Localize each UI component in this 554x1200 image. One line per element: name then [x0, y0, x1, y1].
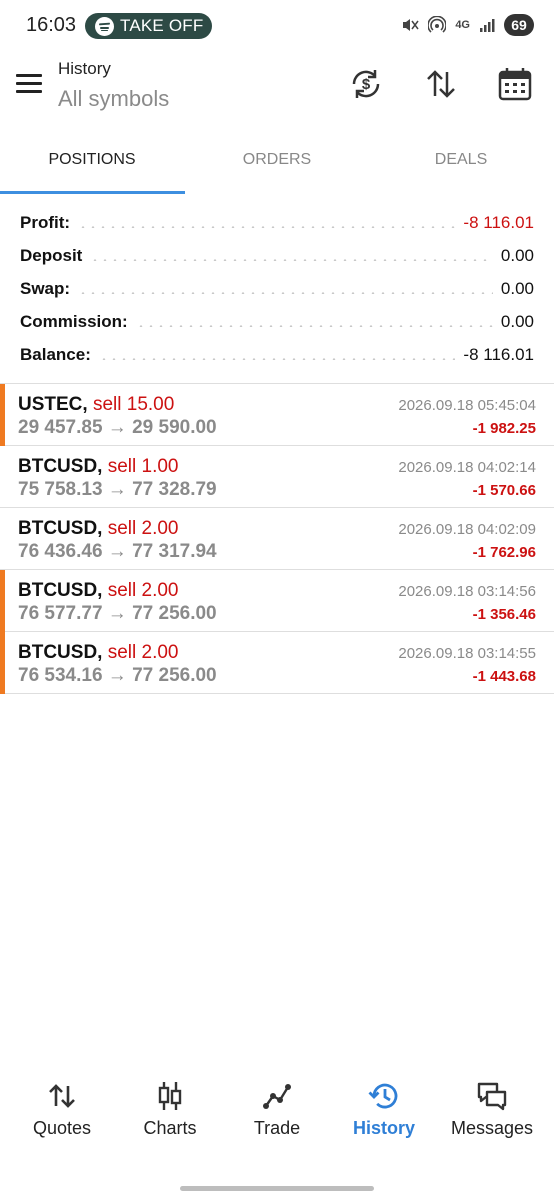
position-side: sell 2.00 [107, 518, 179, 539]
position-row[interactable]: BTCUSD, sell 2.00 76 436.46 → 77 317.94 … [0, 508, 554, 570]
position-prices: 76 577.77 → 77 256.00 [18, 603, 217, 624]
position-profit: -1 762.96 [472, 544, 536, 561]
nav-history[interactable]: History [344, 1074, 424, 1150]
nav-quotes[interactable]: Quotes [22, 1074, 102, 1150]
position-marker [0, 632, 5, 694]
media-pill-label: TAKE OFF [120, 16, 204, 35]
position-row[interactable]: BTCUSD, sell 2.00 76 534.16 → 77 256.00 … [0, 632, 554, 694]
position-symbol: BTCUSD, [18, 518, 103, 539]
nav-label: Quotes [32, 1118, 92, 1138]
mute-icon [403, 19, 419, 31]
svg-text:$: $ [362, 76, 371, 93]
position-side: sell 15.00 [92, 394, 175, 415]
position-side: sell 2.00 [107, 580, 179, 601]
nav-trade[interactable]: Trade [237, 1074, 317, 1150]
summary-value: -8 116.01 [463, 344, 534, 364]
position-datetime: 2026.09.18 03:14:56 [398, 583, 536, 600]
currency-refresh-icon[interactable]: $ [348, 66, 384, 102]
account-summary: Profit: -8 116.01 Deposit 0.00 Swap: 0.0… [20, 206, 534, 371]
nav-label: Charts [143, 1118, 197, 1138]
summary-row-balance: Balance: -8 116.01 [20, 338, 534, 371]
summary-row-deposit: Deposit 0.00 [20, 239, 534, 272]
position-symbol: BTCUSD, [18, 456, 103, 477]
positions-list: USTEC, sell 15.00 29 457.85 → 29 590.00 … [0, 384, 554, 694]
spotify-icon [95, 16, 114, 36]
trade-line-icon [263, 1084, 291, 1109]
position-datetime: 2026.09.18 04:02:14 [398, 459, 536, 476]
summary-label: Deposit [20, 245, 83, 265]
position-datetime: 2026.09.18 04:02:09 [398, 521, 536, 538]
nav-label: Trade [253, 1118, 301, 1138]
status-bar: 16:03 TAKE OFF 4G 69 [0, 0, 554, 52]
sort-icon[interactable] [423, 66, 459, 102]
position-profit: -1 982.25 [472, 420, 536, 437]
candlestick-icon [158, 1082, 182, 1110]
position-datetime: 2026.09.18 03:14:55 [398, 645, 536, 662]
summary-label: Balance: [20, 344, 91, 364]
summary-row-profit: Profit: -8 116.01 [20, 206, 534, 239]
position-symbol: USTEC, [18, 394, 88, 415]
summary-label: Swap: [20, 278, 71, 298]
summary-value: 0.00 [500, 278, 534, 298]
nav-messages[interactable]: Messages [447, 1074, 537, 1150]
position-marker [0, 570, 5, 632]
position-marker [0, 384, 5, 446]
position-symbol: BTCUSD, [18, 580, 103, 601]
hotspot-icon [428, 16, 447, 33]
bottom-navigation: Quotes Charts Trade History Messages [0, 1074, 554, 1154]
position-prices: 29 457.85 → 29 590.00 [18, 417, 217, 438]
summary-value: 0.00 [500, 311, 534, 331]
tab-deals[interactable]: DEALS [369, 138, 553, 182]
position-prices: 76 436.46 → 77 317.94 [18, 541, 217, 562]
position-profit: -1 443.68 [472, 668, 536, 685]
position-symbol: BTCUSD, [18, 642, 103, 663]
calendar-icon[interactable] [497, 66, 533, 102]
tab-orders[interactable]: ORDERS [185, 138, 369, 182]
battery-indicator: 69 [504, 14, 534, 36]
media-pill[interactable]: TAKE OFF [85, 13, 212, 39]
summary-row-swap: Swap: 0.00 [20, 272, 534, 305]
position-prices: 76 534.16 → 77 256.00 [18, 665, 217, 686]
messages-icon [477, 1082, 507, 1111]
summary-row-commission: Commission: 0.00 [20, 305, 534, 338]
active-tab-indicator [0, 191, 185, 194]
nav-label: History [352, 1118, 415, 1138]
position-row[interactable]: BTCUSD, sell 2.00 76 577.77 → 77 256.00 … [0, 570, 554, 632]
summary-label: Profit: [20, 212, 71, 232]
page-title: History [58, 59, 111, 78]
history-clock-icon [368, 1083, 398, 1109]
position-row[interactable]: USTEC, sell 15.00 29 457.85 → 29 590.00 … [0, 384, 554, 446]
tab-positions[interactable]: POSITIONS [0, 138, 184, 182]
signal-icon [480, 19, 495, 32]
summary-value: -8 116.01 [463, 212, 534, 232]
home-indicator[interactable] [180, 1186, 374, 1191]
symbol-filter[interactable]: All symbols [58, 86, 169, 112]
position-row[interactable]: BTCUSD, sell 1.00 75 758.13 → 77 328.79 … [0, 446, 554, 508]
nav-label: Messages [450, 1118, 534, 1138]
position-profit: -1 356.46 [472, 606, 536, 623]
history-tabs: POSITIONS ORDERS DEALS [0, 138, 554, 194]
menu-icon[interactable] [16, 74, 42, 94]
position-profit: -1 570.66 [472, 482, 536, 499]
position-datetime: 2026.09.18 05:45:04 [398, 397, 536, 414]
summary-value: 0.00 [500, 245, 534, 265]
app-header: History All symbols $ [0, 52, 554, 132]
summary-label: Commission: [20, 311, 128, 331]
quotes-arrows-icon [49, 1084, 75, 1108]
status-time: 16:03 [26, 14, 77, 36]
position-prices: 75 758.13 → 77 328.79 [18, 479, 217, 500]
network-type-label: 4G [455, 19, 470, 31]
position-side: sell 2.00 [107, 642, 179, 663]
position-side: sell 1.00 [107, 456, 179, 477]
nav-charts[interactable]: Charts [130, 1074, 210, 1150]
